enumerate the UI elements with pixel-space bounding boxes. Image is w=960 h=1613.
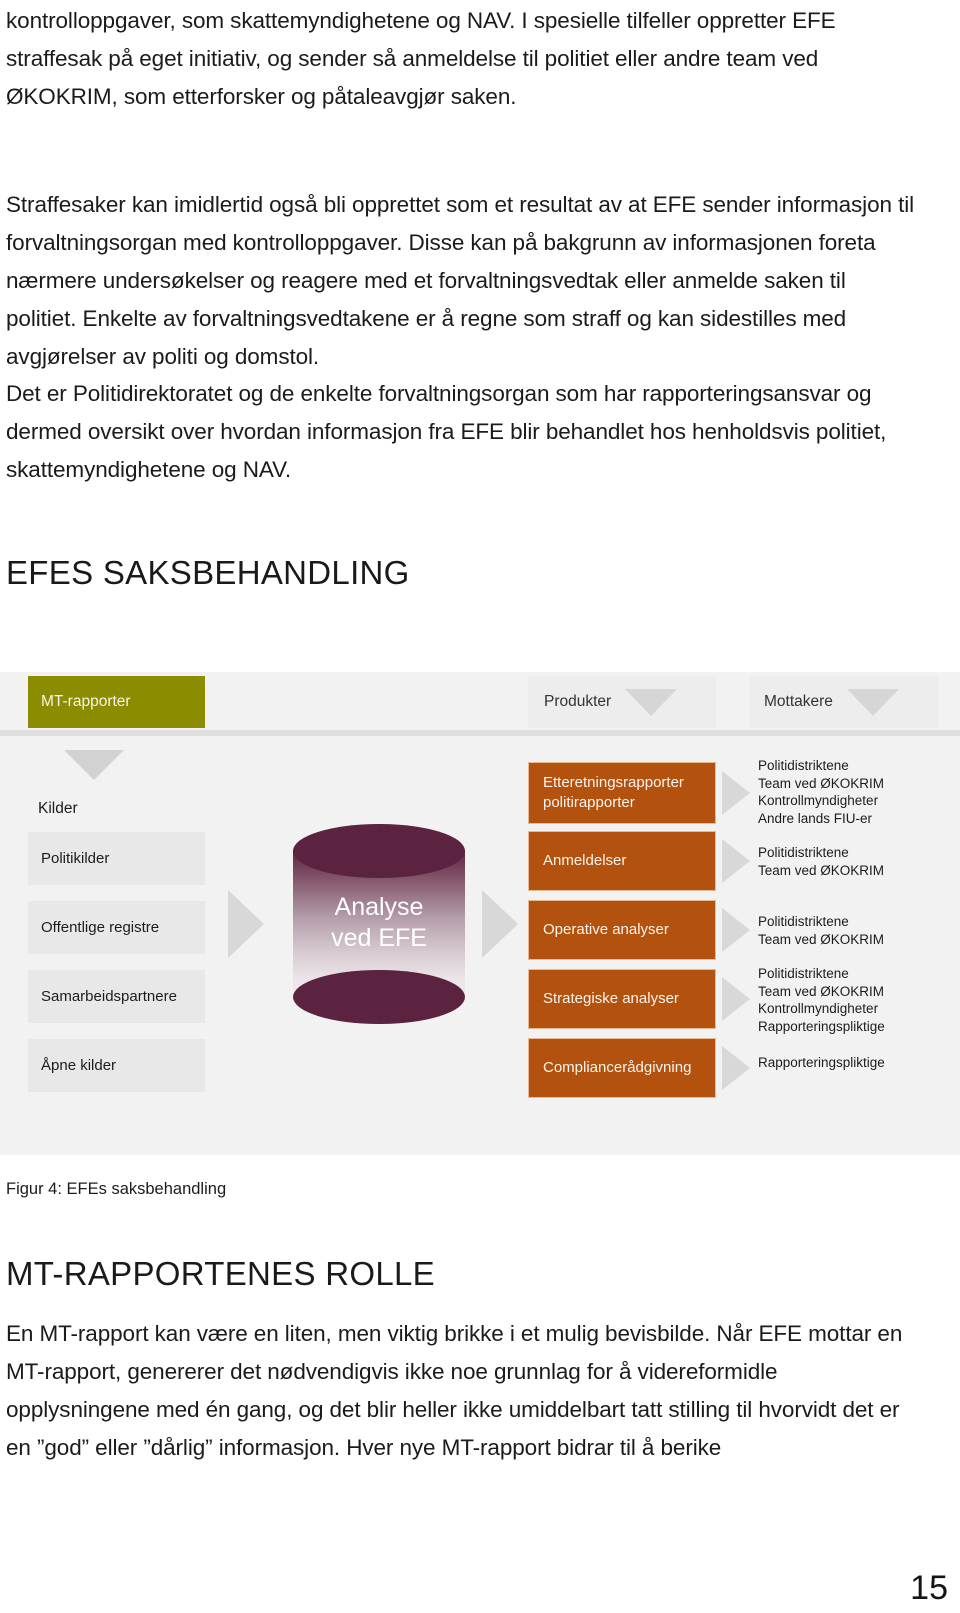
source-box-label: Politikilder (41, 849, 110, 867)
product-box: Compliancerådgivning (528, 1038, 716, 1098)
arrow-right-icon (228, 890, 264, 958)
receiver-item: Rapporteringspliktige (758, 1018, 885, 1034)
analysis-label-line2: ved EFE (331, 924, 427, 952)
figure-header-divider (0, 730, 960, 736)
product-box: Etteretningsrapporter politirapporter (528, 762, 716, 824)
receiver-item: Andre lands FIU-er (758, 810, 873, 826)
analysis-cylinder-label: Analyse ved EFE (293, 892, 465, 954)
receiver-item: Politidistriktene (758, 914, 849, 929)
column-header-sources-label: MT-rapporter (41, 693, 131, 710)
source-box: Politikilder (28, 832, 205, 885)
receiver-item: Team ved ØKOKRIM (758, 931, 885, 947)
product-box-label: Operative analyser (543, 921, 669, 938)
product-box-label: Strategiske analyser (543, 990, 679, 1007)
arrow-right-icon (722, 771, 750, 815)
cylinder-top-ellipse (293, 824, 465, 878)
column-header-products: Produkter (528, 676, 716, 728)
receiver-item: Rapporteringspliktige (758, 1055, 885, 1070)
arrow-right-icon (722, 839, 750, 883)
receiver-item: Team ved ØKOKRIM (758, 983, 885, 999)
product-box-label: Compliancerådgivning (543, 1059, 692, 1076)
product-box: Anmeldelser (528, 831, 716, 891)
column-header-sources: MT-rapporter (28, 676, 205, 728)
product-box: Operative analyser (528, 900, 716, 960)
chevron-down-icon (846, 688, 899, 716)
product-box-label: Etteretningsrapporter politirapporter (543, 773, 684, 813)
product-line: Etteretningsrapporter (543, 774, 684, 791)
receiver-item: Team ved ØKOKRIM (758, 862, 885, 878)
receiver-list: Politidistriktene Team ved ØKOKRIM (758, 844, 958, 879)
product-line: politirapporter (543, 794, 635, 811)
column-header-receivers: Mottakere (750, 676, 938, 728)
arrow-right-icon (722, 977, 750, 1021)
cylinder-bottom-ellipse (293, 970, 465, 1024)
source-box: Samarbeidspartnere (28, 970, 205, 1023)
paragraph-block-middle-2: Det er Politidirektoratet og de enkelte … (0, 375, 960, 489)
paragraph: Straffesaker kan imidlertid også bli opp… (6, 192, 915, 369)
figure-caption: Figur 4: EFEs saksbehandling (6, 1180, 227, 1198)
receiver-list: Politidistriktene Team ved ØKOKRIM Kontr… (758, 965, 958, 1035)
arrow-right-icon (722, 1046, 750, 1090)
product-box: Strategiske analyser (528, 969, 716, 1029)
figure-efes-saksbehandling: MT-rapporter Produkter Mottakere Kilder … (0, 672, 960, 1155)
column-header-products-label: Produkter (544, 693, 612, 710)
source-box: Åpne kilder (28, 1039, 205, 1092)
arrow-down-icon (64, 750, 124, 780)
source-box-label: Offentlige registre (41, 918, 160, 936)
analysis-cylinder: Analyse ved EFE (293, 824, 465, 1024)
sources-subtitle: Kilder (38, 800, 78, 817)
arrow-right-icon (482, 890, 518, 958)
source-box-label: Samarbeidspartnere (41, 987, 177, 1005)
receiver-item: Kontrollmyndigheter (758, 793, 879, 808)
receiver-list: Politidistriktene Team ved ØKOKRIM Kontr… (758, 757, 958, 827)
paragraph-block-bottom: En MT-rapport kan være en liten, men vik… (0, 1315, 960, 1467)
source-box-label: Åpne kilder (41, 1056, 117, 1074)
receiver-item: Kontrollmyndigheter (758, 1001, 879, 1016)
receiver-list: Rapporteringspliktige (758, 1054, 958, 1072)
product-box-label: Anmeldelser (543, 852, 627, 869)
analysis-label-line1: Analyse (334, 893, 424, 921)
heading-mt-rapportenes-rolle: MT-RAPPORTENES ROLLE (6, 1255, 435, 1292)
paragraph-block-middle: Straffesaker kan imidlertid også bli opp… (0, 186, 960, 376)
page-number: 15 (910, 1569, 948, 1607)
receiver-item: Politidistriktene (758, 758, 849, 773)
paragraph: En MT-rapport kan være en liten, men vik… (6, 1321, 903, 1460)
paragraph: Det er Politidirektoratet og de enkelte … (6, 381, 887, 482)
receiver-item: Politidistriktene (758, 966, 849, 981)
chevron-down-icon (625, 688, 678, 716)
receiver-item: Team ved ØKOKRIM (758, 775, 885, 791)
document-page: kontrolloppgaver, som skattemyndighetene… (0, 0, 960, 1613)
heading-efes-saksbehandling: EFES SAKSBEHANDLING (6, 554, 410, 591)
receiver-list: Politidistriktene Team ved ØKOKRIM (758, 913, 958, 948)
receiver-item: Politidistriktene (758, 845, 849, 860)
source-box: Offentlige registre (28, 901, 205, 954)
arrow-right-icon (722, 908, 750, 952)
paragraph: kontrolloppgaver, som skattemyndighetene… (6, 8, 836, 109)
paragraph-block-top: kontrolloppgaver, som skattemyndighetene… (0, 2, 960, 116)
column-header-receivers-label: Mottakere (764, 693, 833, 710)
